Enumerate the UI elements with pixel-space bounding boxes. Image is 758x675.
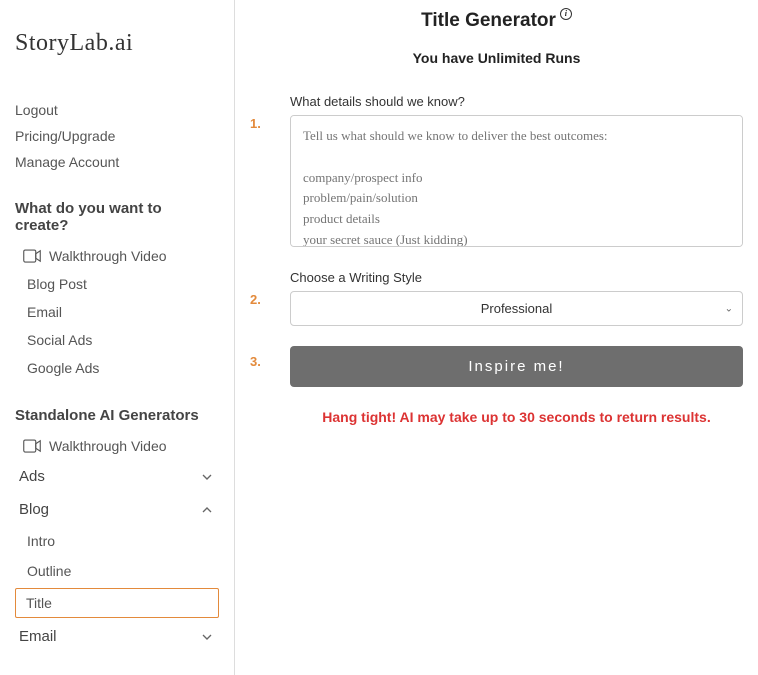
video-icon [23, 249, 41, 263]
standalone-section: Standalone AI Generators Walkthrough Vid… [15, 407, 219, 653]
create-heading: What do you want to create? [15, 200, 219, 234]
sidebar-item-email[interactable]: Email [15, 298, 219, 326]
runs-text: You have Unlimited Runs [250, 50, 743, 66]
group-email[interactable]: Email [15, 620, 219, 653]
chevron-up-icon [199, 502, 215, 518]
pricing-upgrade-link[interactable]: Pricing/Upgrade [15, 123, 219, 149]
step-number-3: 3. [250, 354, 261, 369]
writing-style-select[interactable]: Professional [290, 291, 743, 326]
sidebar-item-social-ads[interactable]: Social Ads [15, 326, 219, 354]
wait-message: Hang tight! AI may take up to 30 seconds… [290, 407, 743, 428]
standalone-heading: Standalone AI Generators [15, 407, 219, 424]
group-label: Ads [19, 468, 45, 485]
form: 1. What details should we know? 2. Choos… [250, 94, 743, 428]
sidebar: StoryLab.ai Logout Pricing/Upgrade Manag… [0, 0, 235, 675]
info-icon[interactable]: i [560, 8, 572, 20]
chevron-down-icon [199, 469, 215, 485]
top-links: Logout Pricing/Upgrade Manage Account [15, 97, 219, 175]
logo: StoryLab.ai [15, 30, 219, 57]
chevron-down-icon [199, 629, 215, 645]
group-blog[interactable]: Blog [15, 493, 219, 526]
manage-account-link[interactable]: Manage Account [15, 149, 219, 175]
sidebar-item-blog-post[interactable]: Blog Post [15, 270, 219, 298]
sidebar-subitem-intro[interactable]: Intro [15, 526, 219, 556]
group-ads[interactable]: Ads [15, 460, 219, 493]
sidebar-subitem-outline[interactable]: Outline [15, 556, 219, 586]
details-label: What details should we know? [290, 94, 743, 109]
sidebar-subitem-title[interactable]: Title [15, 588, 219, 618]
step-2: 2. Choose a Writing Style Professional ⌄ [290, 270, 743, 326]
inspire-me-button[interactable]: Inspire me! [290, 346, 743, 387]
create-section: What do you want to create? Walkthrough … [15, 200, 219, 382]
sidebar-item-label: Walkthrough Video [49, 248, 167, 264]
video-icon [23, 439, 41, 453]
main: Title Generator i You have Unlimited Run… [235, 0, 758, 675]
group-label: Blog [19, 501, 49, 518]
logout-link[interactable]: Logout [15, 97, 219, 123]
style-label: Choose a Writing Style [290, 270, 743, 285]
group-label: Email [19, 628, 57, 645]
sidebar-item-standalone-walkthrough[interactable]: Walkthrough Video [15, 432, 219, 460]
step-1: 1. What details should we know? [290, 94, 743, 250]
page-title: Title Generator i [250, 10, 743, 32]
step-3: 3. Inspire me! [290, 346, 743, 387]
page-title-text: Title Generator [421, 10, 556, 32]
details-input[interactable] [290, 115, 743, 247]
sidebar-item-google-ads[interactable]: Google Ads [15, 354, 219, 382]
sidebar-item-label: Walkthrough Video [49, 438, 167, 454]
step-number-2: 2. [250, 292, 261, 307]
step-number-1: 1. [250, 116, 261, 131]
sidebar-item-walkthrough-video[interactable]: Walkthrough Video [15, 242, 219, 270]
